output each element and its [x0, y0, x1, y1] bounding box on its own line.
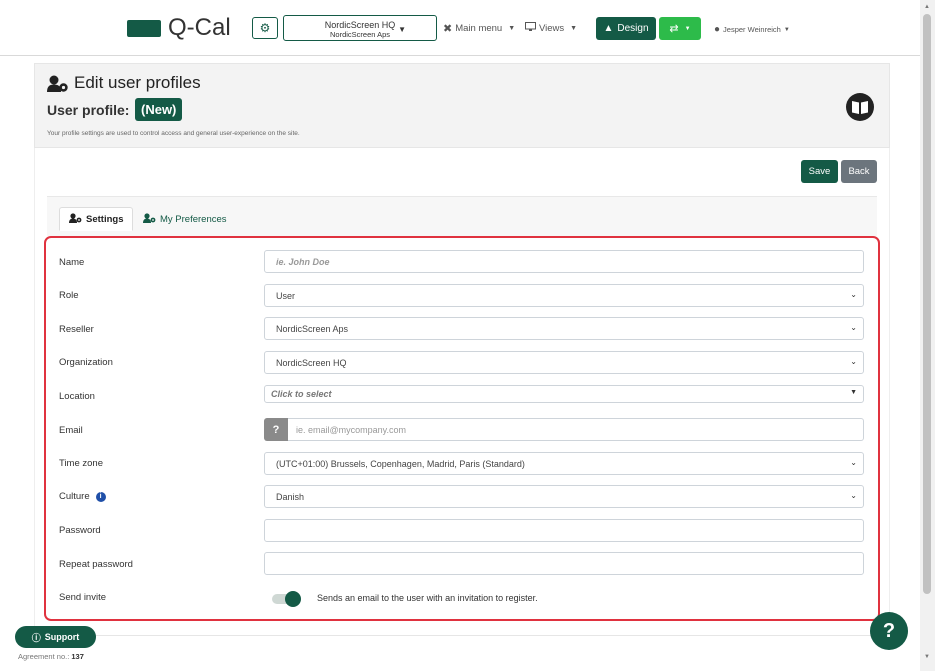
org-switcher-secondary: NordicScreen Aps — [329, 30, 391, 39]
culture-label-row: Culture i — [59, 491, 106, 502]
logo-mark — [127, 20, 161, 37]
monitor-icon — [525, 22, 536, 35]
scroll-thumb[interactable] — [923, 14, 931, 594]
top-navbar: Q-Cal ⚙ NordicScreen HQ NordicScreen Aps… — [0, 0, 920, 56]
profile-subtitle: User profile: — [47, 102, 130, 118]
chevron-down-icon: ⌄ — [850, 491, 857, 500]
tab-settings[interactable]: Settings — [59, 207, 134, 231]
support-label: Support — [44, 632, 80, 642]
design-label: Design — [617, 23, 649, 34]
page-title: Edit user profiles — [74, 73, 201, 92]
location-label: Location — [59, 391, 95, 402]
repeat-password-input[interactable] — [264, 552, 864, 575]
info-icon[interactable]: i — [95, 491, 106, 502]
support-button[interactable]: ⓘ Support — [15, 626, 96, 648]
agreement-number: Agreement no.: 137 — [18, 652, 84, 661]
timezone-value: (UTC+01:00) Brussels, Copenhagen, Madrid… — [276, 458, 525, 469]
send-invite-toggle[interactable] — [272, 591, 302, 607]
user-cog-icon: ● — [714, 24, 721, 35]
question-circle-icon: ⓘ — [31, 632, 41, 643]
email-input[interactable]: ie. email@mycompany.com — [288, 418, 864, 441]
chevron-down-icon: ▼ — [398, 25, 406, 34]
sync-check-icon: ⇄ — [669, 23, 679, 35]
user-cog-icon — [143, 212, 156, 226]
role-select[interactable]: User ⌄ — [264, 284, 864, 307]
chevron-down-icon: ⌄ — [850, 357, 857, 366]
timezone-select[interactable]: (UTC+01:00) Brussels, Copenhagen, Madrid… — [264, 452, 864, 475]
org-switcher-primary: NordicScreen HQ — [324, 20, 396, 30]
culture-label: Culture — [59, 491, 90, 502]
location-placeholder: Click to select — [271, 389, 332, 399]
scroll-down-arrow-icon[interactable]: ▼ — [924, 654, 930, 660]
chevron-down-icon: ⌄ — [850, 458, 857, 467]
user-name: Jesper Weinreich — [723, 25, 781, 34]
new-profile-badge: (New) — [135, 98, 183, 121]
name-label: Name — [59, 257, 85, 268]
chevron-down-icon: ⌄ — [850, 290, 857, 299]
reseller-value: NordicScreen Aps — [276, 323, 349, 334]
user-cog-icon — [69, 212, 82, 226]
design-button[interactable]: ▲ Design — [596, 17, 656, 40]
agreement-label: Agreement no.: — [18, 652, 70, 661]
send-invite-description: Sends an email to the user with an invit… — [317, 593, 538, 603]
main-menu-dropdown[interactable]: ✖ Main menu ▼ — [443, 22, 515, 35]
views-label: Views — [539, 23, 565, 34]
organization-switcher[interactable]: NordicScreen HQ NordicScreen Aps ▼ — [283, 15, 437, 41]
reseller-label: Reseller — [59, 324, 94, 335]
tab-my-preferences-label: My Preferences — [160, 213, 227, 225]
reseller-select[interactable]: NordicScreen Aps ⌄ — [264, 317, 864, 340]
name-input[interactable]: ie. John Doe — [264, 250, 864, 273]
location-select[interactable]: Click to select ▼ — [264, 385, 864, 403]
user-cog-icon — [47, 75, 69, 93]
tab-settings-label: Settings — [86, 213, 124, 225]
question-icon[interactable]: ? — [264, 418, 288, 441]
organization-label: Organization — [59, 357, 113, 368]
tab-my-preferences[interactable]: My Preferences — [134, 207, 236, 231]
culture-select[interactable]: Danish ⌄ — [264, 485, 864, 508]
role-label: Role — [59, 290, 79, 301]
gears-icon: ⚙ — [259, 21, 271, 35]
caret-down-icon: ▼ — [570, 25, 578, 32]
save-button[interactable]: Save — [801, 160, 838, 183]
settings-gear-button[interactable]: ⚙ — [252, 17, 278, 39]
organization-value: NordicScreen HQ — [276, 357, 347, 368]
role-value: User — [276, 290, 296, 301]
page-scrollbar[interactable]: ▲ ▼ — [920, 0, 935, 671]
caret-down-icon: ▼ — [783, 26, 790, 33]
password-label: Password — [59, 525, 101, 536]
views-dropdown[interactable]: Views ▼ — [525, 22, 577, 35]
password-input[interactable] — [264, 519, 864, 542]
user-menu-dropdown[interactable]: ● Jesper Weinreich ▼ — [714, 24, 790, 35]
caret-down-icon: ▼ — [684, 25, 691, 32]
toggle-knob — [285, 591, 301, 607]
page-header: Edit user profiles User profile: (New) Y… — [34, 63, 890, 148]
book-help-icon[interactable] — [845, 92, 875, 122]
sync-dropdown-button[interactable]: ⇄ ▼ — [659, 17, 701, 40]
page-description: Your profile settings are used to contro… — [47, 130, 300, 137]
timezone-label: Time zone — [59, 458, 103, 469]
agreement-value: 137 — [71, 652, 84, 661]
repeat-password-label: Repeat password — [59, 559, 133, 570]
organization-select[interactable]: NordicScreen HQ ⌄ — [264, 351, 864, 374]
chevron-down-icon: ⌄ — [850, 323, 857, 332]
design-tool-icon: ▲ — [603, 23, 614, 34]
caret-down-icon: ▼ — [850, 389, 857, 396]
scroll-up-arrow-icon[interactable]: ▲ — [924, 4, 930, 10]
back-button[interactable]: Back — [841, 160, 877, 183]
culture-value: Danish — [276, 491, 305, 502]
tools-icon: ✖ — [443, 23, 453, 35]
app-logo[interactable]: Q-Cal — [168, 14, 231, 42]
main-menu-label: Main menu — [455, 23, 503, 34]
email-field: ? ie. email@mycompany.com — [264, 418, 864, 441]
tabs-bar: Settings My Preferences — [47, 196, 877, 236]
send-invite-label: Send invite — [59, 592, 107, 603]
help-chat-button[interactable]: ? — [870, 612, 908, 650]
email-label: Email — [59, 425, 83, 436]
caret-down-icon: ▼ — [508, 25, 516, 32]
